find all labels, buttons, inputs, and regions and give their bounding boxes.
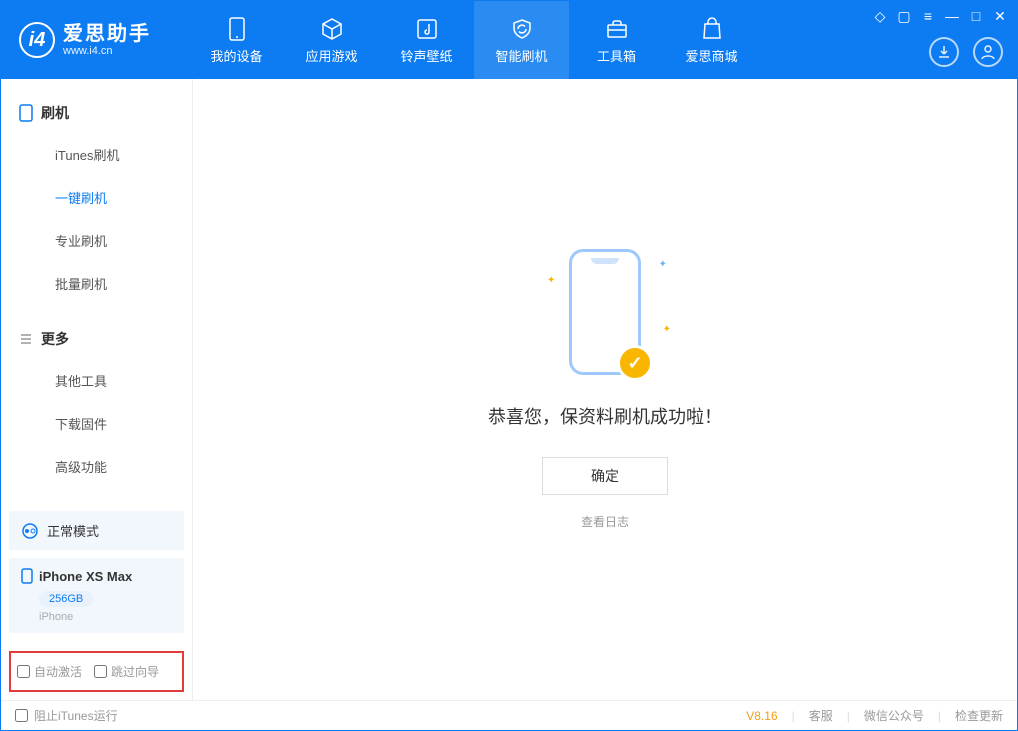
mode-label: 正常模式 xyxy=(47,521,99,540)
auto-activate-checkbox[interactable]: 自动激活 xyxy=(17,663,82,680)
window-controls: ◇ ▢ ≡ — □ ✕ xyxy=(871,7,1009,25)
main-nav: 我的设备 应用游戏 铃声壁纸 智能刷机 工具箱 爱思商城 xyxy=(189,1,759,79)
nav-label: 工具箱 xyxy=(597,46,636,65)
close-button[interactable]: ✕ xyxy=(991,7,1009,25)
check-badge-icon: ✓ xyxy=(617,345,653,381)
ok-button[interactable]: 确定 xyxy=(542,457,668,495)
sidebar-item-oneclick-flash[interactable]: 一键刷机 xyxy=(1,176,192,219)
app-subtitle: www.i4.cn xyxy=(63,45,151,57)
sidebar-section-more: 更多 xyxy=(1,323,192,359)
nav-label: 智能刷机 xyxy=(495,46,547,65)
tshirt-icon[interactable]: ◇ xyxy=(871,7,889,25)
status-bar: 阻止iTunes运行 V8.16 | 客服 | 微信公众号 | 检查更新 xyxy=(1,700,1017,730)
cube-icon xyxy=(319,16,345,42)
mode-indicator[interactable]: 正常模式 xyxy=(9,511,184,550)
block-itunes-checkbox[interactable]: 阻止iTunes运行 xyxy=(15,707,118,724)
list-icon xyxy=(19,332,33,346)
device-info[interactable]: iPhone XS Max 256GB iPhone xyxy=(9,558,184,633)
user-button[interactable] xyxy=(973,37,1003,67)
refresh-shield-icon xyxy=(509,16,535,42)
sidebar: 刷机 iTunes刷机 一键刷机 专业刷机 批量刷机 更多 其他工具 下载固件 … xyxy=(1,79,193,700)
footer-link-wechat[interactable]: 微信公众号 xyxy=(864,707,924,724)
version-label: V8.16 xyxy=(746,709,777,723)
app-title: 爱思助手 xyxy=(63,23,151,45)
download-button[interactable] xyxy=(929,37,959,67)
device-storage-badge: 256GB xyxy=(39,591,93,607)
success-message: 恭喜您，保资料刷机成功啦！ xyxy=(488,403,722,429)
skip-wizard-label: 跳过向导 xyxy=(111,663,159,680)
sparkle-icon: ✦ xyxy=(663,324,671,335)
mode-icon xyxy=(21,522,39,540)
device-icon xyxy=(19,104,33,122)
sparkle-icon: ✦ xyxy=(659,259,667,270)
nav-ringtones[interactable]: 铃声壁纸 xyxy=(379,1,474,79)
sidebar-item-other-tools[interactable]: 其他工具 xyxy=(1,359,192,402)
footer-link-update[interactable]: 检查更新 xyxy=(955,707,1003,724)
sidebar-item-pro-flash[interactable]: 专业刷机 xyxy=(1,219,192,262)
sidebar-item-advanced[interactable]: 高级功能 xyxy=(1,445,192,488)
header-actions xyxy=(929,37,1003,67)
sidebar-section-flash: 刷机 xyxy=(1,97,192,133)
view-log-link[interactable]: 查看日志 xyxy=(581,513,629,530)
success-illustration: ✓ ✦ ✦ ✦ xyxy=(569,249,641,375)
nav-label: 铃声壁纸 xyxy=(400,46,452,65)
sidebar-item-batch-flash[interactable]: 批量刷机 xyxy=(1,262,192,305)
nav-store[interactable]: 爱思商城 xyxy=(664,1,759,79)
app-header: i4 爱思助手 www.i4.cn 我的设备 应用游戏 铃声壁纸 智能刷机 工具… xyxy=(1,1,1017,79)
logo-icon: i4 xyxy=(19,22,55,58)
phone-small-icon xyxy=(21,568,33,584)
nav-label: 爱思商城 xyxy=(685,46,737,65)
nav-apps-games[interactable]: 应用游戏 xyxy=(284,1,379,79)
sidebar-section-title: 更多 xyxy=(41,329,69,349)
nav-my-device[interactable]: 我的设备 xyxy=(189,1,284,79)
nav-label: 我的设备 xyxy=(210,46,262,65)
toolbox-icon xyxy=(604,16,630,42)
app-logo: i4 爱思助手 www.i4.cn xyxy=(1,22,169,58)
auto-activate-label: 自动激活 xyxy=(34,663,82,680)
sidebar-section-title: 刷机 xyxy=(41,103,69,123)
sparkle-icon: ✦ xyxy=(547,275,555,286)
maximize-button[interactable]: □ xyxy=(967,7,985,25)
skip-wizard-checkbox[interactable]: 跳过向导 xyxy=(94,663,159,680)
nav-label: 应用游戏 xyxy=(305,46,357,65)
music-icon xyxy=(414,16,440,42)
phone-icon xyxy=(224,16,250,42)
main-content: ✓ ✦ ✦ ✦ 恭喜您，保资料刷机成功啦！ 确定 查看日志 xyxy=(193,79,1017,700)
block-itunes-label: 阻止iTunes运行 xyxy=(34,707,118,724)
menu-icon[interactable]: ≡ xyxy=(919,7,937,25)
minimize-button[interactable]: — xyxy=(943,7,961,25)
bag-icon xyxy=(699,16,725,42)
device-name-label: iPhone XS Max xyxy=(39,569,132,584)
nav-smart-flash[interactable]: 智能刷机 xyxy=(474,1,569,79)
device-type-label: iPhone xyxy=(39,611,172,623)
sidebar-item-download-firmware[interactable]: 下载固件 xyxy=(1,402,192,445)
feedback-icon[interactable]: ▢ xyxy=(895,7,913,25)
flash-options-highlight: 自动激活 跳过向导 xyxy=(9,651,184,692)
footer-link-support[interactable]: 客服 xyxy=(809,707,833,724)
sidebar-item-itunes-flash[interactable]: iTunes刷机 xyxy=(1,133,192,176)
nav-toolbox[interactable]: 工具箱 xyxy=(569,1,664,79)
